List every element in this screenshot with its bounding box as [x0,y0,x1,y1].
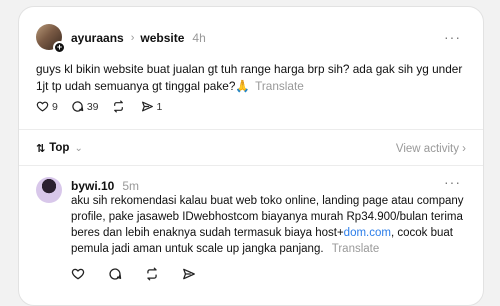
repost-icon [113,100,123,113]
share-button[interactable] [182,267,199,281]
reply-time: 5m [122,179,140,193]
translate-link[interactable]: Translate [332,243,380,255]
post-text-content: guys kl bikin website buat jualan gt tuh… [36,62,463,93]
share-icon [183,268,195,280]
translate-link[interactable]: Translate [255,79,304,93]
chevron-down-icon[interactable]: ⌄ [74,143,82,154]
comment-icon [109,268,122,280]
view-activity-link[interactable]: View activity › [396,143,466,155]
reply-link[interactable]: dom.com [344,227,391,239]
reply-username[interactable]: bywi.10 [71,179,114,193]
post-actions: 9 39 1 [36,100,175,113]
chevron-right-icon: › [130,32,135,44]
avatar[interactable]: + [36,24,66,54]
reply-actions [71,267,219,281]
post-time: 4h [192,31,206,45]
share-count: 1 [156,100,163,113]
reply-text: aku sih rekomendasi kalau buat web toko … [71,193,471,257]
chevron-right-icon: › [462,143,466,155]
repost-button[interactable] [145,267,162,281]
like-count: 9 [52,100,58,113]
post-username[interactable]: ayuraans [71,31,124,45]
more-icon[interactable]: ··· [444,174,461,190]
share-button[interactable]: 1 [141,100,163,113]
reply-button[interactable]: 39 [71,100,99,113]
reply-button[interactable] [108,267,125,281]
comment-icon [72,101,84,112]
like-button[interactable] [71,267,88,281]
community-name[interactable]: website [140,31,184,45]
view-activity-label: View activity [395,143,459,155]
thread-card: + ayuraans › website 4h ··· guys kl biki… [18,6,484,306]
sort-dropdown[interactable]: Top [49,142,69,154]
post-meta: ayuraans › website 4h [71,31,206,45]
more-icon[interactable]: ··· [444,29,461,45]
repost-button[interactable] [112,100,128,113]
sort-icon[interactable]: ⇅ [36,142,45,155]
like-button[interactable]: 9 [36,100,58,113]
post-text: guys kl bikin website buat jualan gt tuh… [36,61,466,95]
sort-bar: ⇅ Top ⌄ View activity › [36,138,466,158]
heart-icon [71,268,85,280]
reply-avatar[interactable] [36,177,62,203]
divider [19,129,483,130]
reply-count: 39 [86,100,99,113]
heart-icon [36,101,49,112]
divider [19,165,483,166]
share-icon [141,101,153,112]
follow-plus-icon[interactable]: + [53,41,66,54]
repost-icon [147,267,157,281]
reply-meta: bywi.10 5m [71,179,139,193]
